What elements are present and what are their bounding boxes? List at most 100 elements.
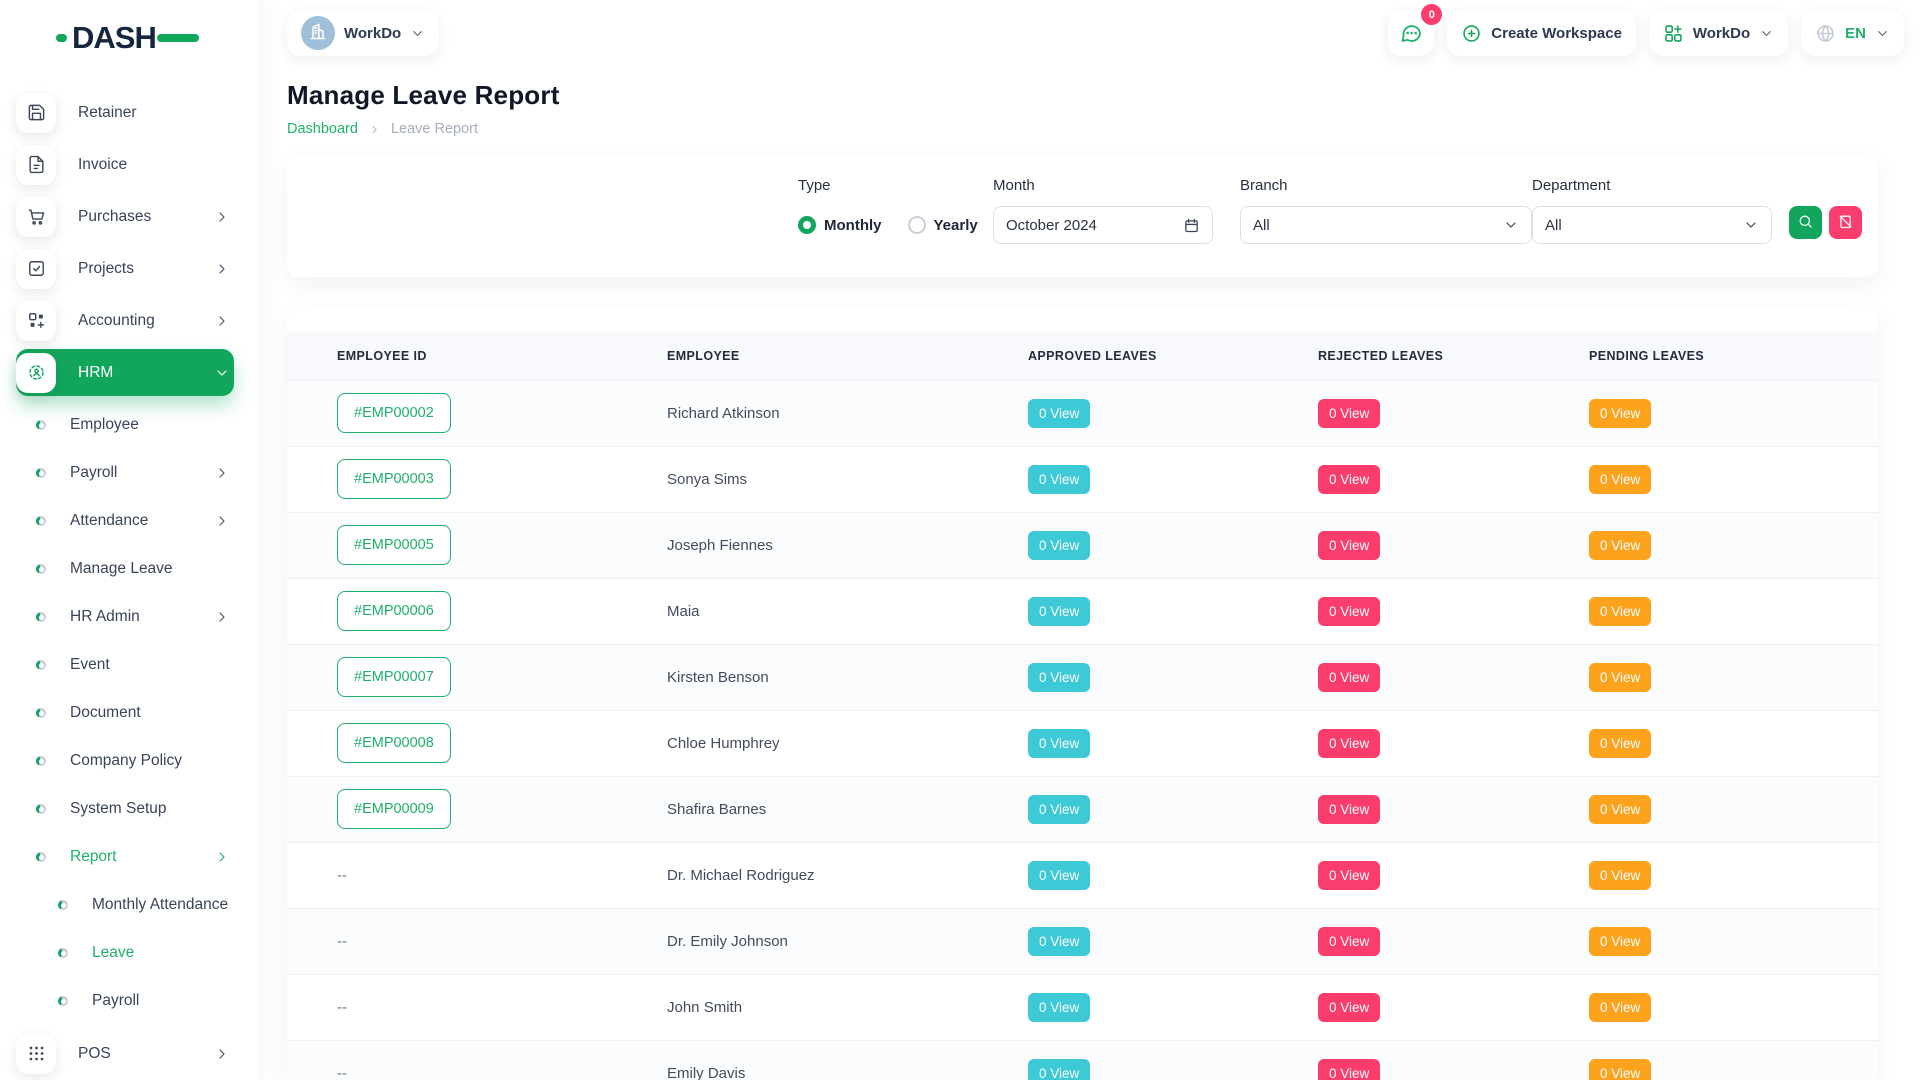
sidebar-item-hr-admin[interactable]: HR Admin: [16, 593, 234, 641]
branch-select[interactable]: All: [1240, 206, 1532, 244]
rejected-leaves-view-badge[interactable]: 0 View: [1318, 465, 1380, 494]
sidebar-item-report[interactable]: Report: [16, 833, 234, 881]
approved-leaves-view-badge[interactable]: 0 View: [1028, 597, 1090, 626]
type-label: Type: [798, 177, 993, 194]
employee-id-button[interactable]: #EMP00007: [337, 657, 451, 697]
approved-leaves-view-badge[interactable]: 0 View: [1028, 531, 1090, 560]
employee-id-button[interactable]: #EMP00003: [337, 459, 451, 499]
approved-leaves-view-badge[interactable]: 0 View: [1028, 663, 1090, 692]
pending-leaves-view-badge[interactable]: 0 View: [1589, 663, 1651, 692]
pending-leaves-view-badge[interactable]: 0 View: [1589, 861, 1651, 890]
table-header-row: EMPLOYEE ID EMPLOYEE APPROVED LEAVES REJ…: [287, 332, 1878, 380]
sidebar-item-label: Accounting: [78, 312, 214, 330]
messages-button[interactable]: 0: [1388, 10, 1434, 56]
sidebar-item-label: Monthly Attendance: [92, 896, 234, 914]
sidebar-item-retainer[interactable]: Retainer: [16, 89, 234, 136]
sidebar-item-system-setup[interactable]: System Setup: [16, 785, 234, 833]
sidebar-item-payroll[interactable]: Payroll: [16, 449, 234, 497]
sidebar-item-label: HR Admin: [70, 608, 214, 626]
column-header-employee: EMPLOYEE: [667, 332, 1028, 380]
chevron-down-icon: [1503, 217, 1519, 233]
sidebar-item-document[interactable]: Document: [16, 689, 234, 737]
sidebar-item-accounting[interactable]: Accounting: [16, 297, 234, 344]
sidebar-item-purchases[interactable]: Purchases: [16, 193, 234, 240]
rejected-leaves-view-badge[interactable]: 0 View: [1318, 795, 1380, 824]
pending-leaves-view-badge[interactable]: 0 View: [1589, 399, 1651, 428]
search-button[interactable]: [1789, 206, 1822, 239]
sidebar-item-projects[interactable]: Projects: [16, 245, 234, 292]
chevron-right-icon: [214, 513, 230, 529]
check-square-icon: [16, 249, 56, 289]
rejected-leaves-view-badge[interactable]: 0 View: [1318, 663, 1380, 692]
create-workspace-button[interactable]: Create Workspace: [1447, 10, 1636, 56]
globe-icon: [1815, 23, 1836, 44]
employee-id-button[interactable]: #EMP00008: [337, 723, 451, 763]
pending-leaves-view-badge[interactable]: 0 View: [1589, 993, 1651, 1022]
pending-leaves-view-badge[interactable]: 0 View: [1589, 465, 1651, 494]
employee-id-button[interactable]: #EMP00009: [337, 789, 451, 829]
rejected-leaves-view-badge[interactable]: 0 View: [1318, 729, 1380, 758]
bullet-icon: [36, 420, 46, 430]
rejected-leaves-view-badge[interactable]: 0 View: [1318, 861, 1380, 890]
reset-button[interactable]: [1829, 206, 1862, 239]
rejected-leaves-view-badge[interactable]: 0 View: [1318, 1059, 1380, 1080]
sidebar-item-manage-leave[interactable]: Manage Leave: [16, 545, 234, 593]
column-header-pending-leaves: PENDING LEAVES: [1589, 332, 1878, 380]
sidebar-item-label: Invoice: [78, 156, 234, 174]
rejected-leaves-view-badge[interactable]: 0 View: [1318, 927, 1380, 956]
rejected-leaves-view-badge[interactable]: 0 View: [1318, 993, 1380, 1022]
department-select[interactable]: All: [1532, 206, 1772, 244]
employee-name: Dr. Emily Johnson: [667, 933, 788, 950]
approved-leaves-view-badge[interactable]: 0 View: [1028, 1059, 1090, 1080]
radio-monthly[interactable]: Monthly: [798, 216, 882, 234]
rejected-leaves-view-badge[interactable]: 0 View: [1318, 399, 1380, 428]
workspace-selector[interactable]: WorkDo: [287, 10, 439, 56]
bullet-icon: [58, 900, 68, 910]
sidebar-item-event[interactable]: Event: [16, 641, 234, 689]
sidebar-item-payroll-report[interactable]: Payroll: [16, 977, 234, 1025]
sidebar-item-label: Manage Leave: [70, 560, 234, 578]
workdo-menu-button[interactable]: WorkDo: [1649, 10, 1788, 56]
approved-leaves-view-badge[interactable]: 0 View: [1028, 861, 1090, 890]
employee-id-button[interactable]: #EMP00005: [337, 525, 451, 565]
approved-leaves-view-badge[interactable]: 0 View: [1028, 399, 1090, 428]
sidebar-item-pos[interactable]: POS: [16, 1030, 234, 1077]
breadcrumb-dashboard-link[interactable]: Dashboard: [287, 121, 358, 137]
radio-yearly[interactable]: Yearly: [908, 216, 978, 234]
approved-leaves-view-badge[interactable]: 0 View: [1028, 729, 1090, 758]
bullet-icon: [36, 468, 46, 478]
employee-id-button[interactable]: #EMP00002: [337, 393, 451, 433]
sidebar-item-label: Report: [70, 848, 214, 866]
month-input[interactable]: October 2024: [993, 206, 1213, 244]
sidebar-item-employee[interactable]: Employee: [16, 401, 234, 449]
cart-icon: [16, 197, 56, 237]
approved-leaves-view-badge[interactable]: 0 View: [1028, 993, 1090, 1022]
column-header-employee-id: EMPLOYEE ID: [287, 332, 667, 380]
sidebar-item-monthly-attendance[interactable]: Monthly Attendance: [16, 881, 234, 929]
employee-name: Emily Davis: [667, 1065, 745, 1080]
pending-leaves-view-badge[interactable]: 0 View: [1589, 795, 1651, 824]
pending-leaves-view-badge[interactable]: 0 View: [1589, 531, 1651, 560]
branch-filter-group: Branch All: [1240, 177, 1532, 244]
approved-leaves-view-badge[interactable]: 0 View: [1028, 927, 1090, 956]
clipboard-off-icon: [1837, 213, 1854, 233]
approved-leaves-view-badge[interactable]: 0 View: [1028, 465, 1090, 494]
employee-id-button[interactable]: #EMP00006: [337, 591, 451, 631]
pending-leaves-view-badge[interactable]: 0 View: [1589, 927, 1651, 956]
language-selector[interactable]: EN: [1801, 10, 1904, 56]
brand-logo[interactable]: DASH: [0, 14, 258, 66]
sidebar-item-hrm[interactable]: HRM: [16, 349, 234, 396]
approved-leaves-view-badge[interactable]: 0 View: [1028, 795, 1090, 824]
sidebar-item-company-policy[interactable]: Company Policy: [16, 737, 234, 785]
sidebar-item-leave[interactable]: Leave: [16, 929, 234, 977]
pending-leaves-view-badge[interactable]: 0 View: [1589, 729, 1651, 758]
rejected-leaves-view-badge[interactable]: 0 View: [1318, 531, 1380, 560]
pending-leaves-view-badge[interactable]: 0 View: [1589, 1059, 1651, 1080]
pending-leaves-view-badge[interactable]: 0 View: [1589, 597, 1651, 626]
sidebar-item-label: Leave: [92, 944, 234, 962]
employee-id-empty: --: [337, 933, 347, 950]
month-value: October 2024: [1006, 217, 1097, 234]
sidebar-item-invoice[interactable]: Invoice: [16, 141, 234, 188]
rejected-leaves-view-badge[interactable]: 0 View: [1318, 597, 1380, 626]
sidebar-item-attendance[interactable]: Attendance: [16, 497, 234, 545]
